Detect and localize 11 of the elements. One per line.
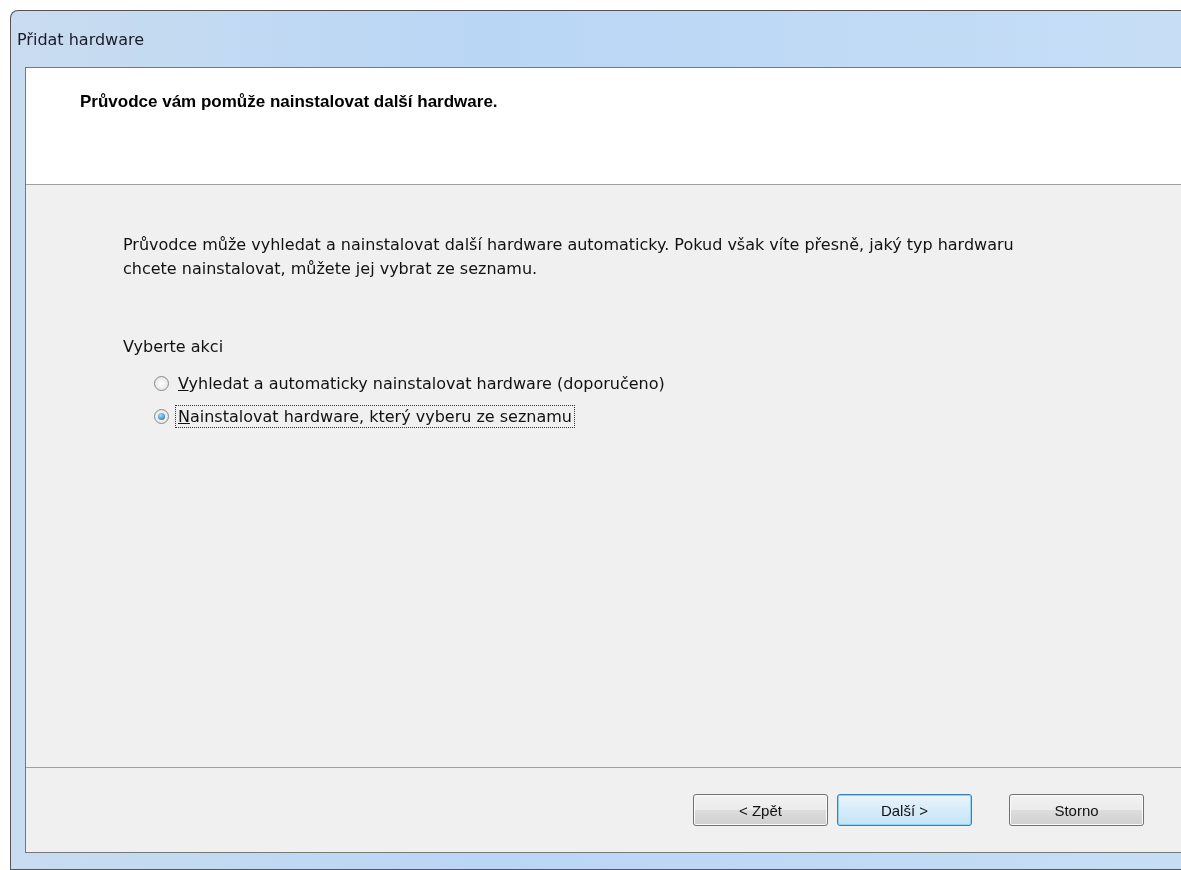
wizard-button[interactable]: Storno	[1009, 794, 1144, 826]
window-title: Přidat hardware	[17, 29, 145, 49]
radio-button[interactable]	[154, 376, 169, 391]
intro-text: Průvodce může vyhledat a nainstalovat další hardware automaticky. Pokud však víte přesně, jaký typ hardwaru chcete nainstalovat, můžete jej vybrat ze seznamu.	[123, 234, 1015, 280]
radio-button[interactable]	[154, 409, 169, 424]
group-label: Vyberte akci	[123, 337, 225, 356]
header-title: Průvodce vám pomůže nainstalovat další hardware.	[80, 92, 498, 111]
wizard-button[interactable]: Další >	[837, 794, 972, 826]
option-label[interactable]: Vyhledat a automaticky nainstalovat hardware (doporučeno)	[175, 372, 668, 395]
option-label[interactable]: Nainstalovat hardware, který vyberu ze seznamu	[175, 405, 575, 428]
wizard-button[interactable]: < Zpět	[693, 794, 828, 826]
